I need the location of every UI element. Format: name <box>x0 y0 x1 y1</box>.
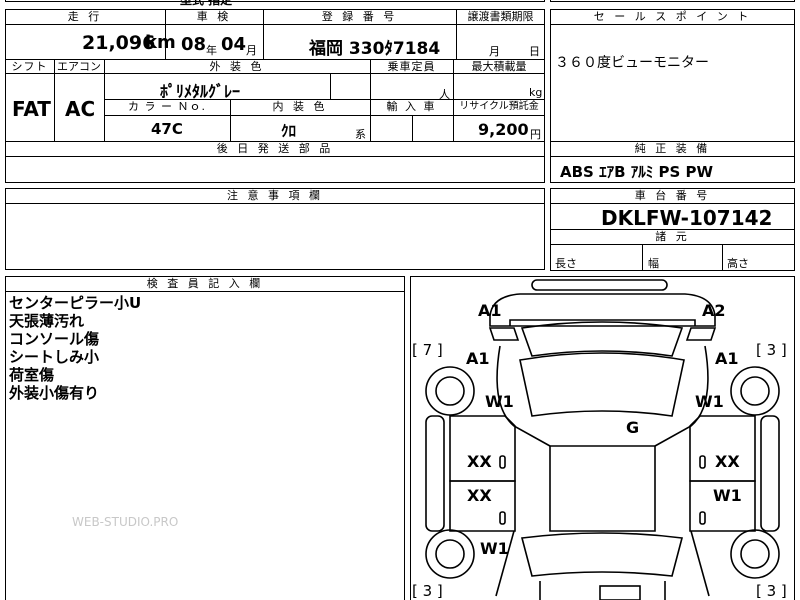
capacity-header: 乗車定員 <box>387 60 436 73</box>
aircon-header: エアコン <box>57 60 101 73</box>
later-parts-header: 後 日 発 送 部 品 <box>216 142 334 155</box>
mark-xx-right-upper: XX <box>715 452 740 471</box>
recycle-fee-unit: 円 <box>530 128 541 141</box>
genuine-equipment-header: 純 正 装 備 <box>634 142 711 155</box>
notes-header: 注 意 事 項 欄 <box>227 189 323 202</box>
chassis-number: DKLFW-107142 <box>601 206 773 230</box>
tire-rear-right: [ 3 ] <box>756 582 787 600</box>
inspection-header: 車 検 <box>196 10 232 23</box>
mark-g: G <box>626 418 639 437</box>
mark-w1-left-upper: W1 <box>485 392 514 411</box>
tire-front-left: [ 7 ] <box>412 341 443 359</box>
color-no-header: カ ラ ー Ｎｏ. <box>128 100 206 113</box>
exterior-color-header: 外 装 色 <box>209 60 265 73</box>
shift-header: シフト <box>11 60 48 73</box>
exterior-color-value: ﾎﾟﾘﾒﾀﾙｸﾞﾚｰ <box>160 82 241 101</box>
recycle-fee-value: 9,200 <box>478 120 529 139</box>
inspection-month: 04 <box>221 34 247 55</box>
watermark: WEB-STUDIO.PRO <box>72 515 179 529</box>
registration-header: 登 録 番 号 <box>321 10 398 23</box>
transfer-day-unit: 日 <box>529 45 540 58</box>
mark-xx-left-lower: XX <box>467 486 492 505</box>
height-label: 高さ <box>727 257 749 270</box>
mark-w1-right-lower: W1 <box>713 486 742 505</box>
inspection-month-unit: 月 <box>246 44 257 57</box>
remark-line: センターピラー小U <box>9 294 142 312</box>
transfer-month-unit: 月 <box>489 45 500 58</box>
chassis-header: 車 台 番 号 <box>634 189 711 202</box>
mileage-unit: km <box>145 32 176 53</box>
dimensions-header: 諸 元 <box>655 230 690 243</box>
top-cut-strip-right <box>550 0 795 2</box>
genuine-equipment-text: ABS ｴｱB ｱﾙﾐ PS PW <box>560 163 714 181</box>
car-diagram: A1 A2 A1 A1 W1 W1 G XX XX XX W1 W1 [ 7 ]… <box>412 279 787 600</box>
length-label: 長さ <box>555 257 577 270</box>
max-load-header: 最大積載量 <box>471 60 527 73</box>
width-label: 幅 <box>648 257 659 270</box>
inspection-year: 08 <box>181 34 207 55</box>
transfer-deadline-header: 譲渡書類期限 <box>467 10 534 23</box>
remark-line: シートしみ小 <box>9 348 100 366</box>
inspector-header: 検 査 員 記 入 欄 <box>146 277 264 290</box>
max-load-unit: kg <box>529 86 543 99</box>
mark-a1-right: A1 <box>715 349 739 368</box>
top-cut-strip <box>5 0 545 2</box>
mileage-header: 走 行 <box>67 10 103 23</box>
remark-line: 天張薄汚れ <box>9 312 85 330</box>
inspector-remarks: センターピラー小U 天張薄汚れ コンソール傷 シートしみ小 荷室傷 外装小傷有り <box>9 294 141 402</box>
mark-a1-top: A1 <box>478 301 502 320</box>
import-header: 輸 入 車 <box>386 100 437 113</box>
shift-value: FAT <box>12 97 51 121</box>
tire-rear-left: [ 3 ] <box>412 582 443 600</box>
interior-suffix: 系 <box>355 128 366 141</box>
sales-point-text: ３６０度ビューモニター <box>555 55 709 71</box>
remark-line: コンソール傷 <box>9 330 100 348</box>
mark-a2-top: A2 <box>702 301 726 320</box>
recycle-header: リサイクル預託金 <box>459 101 539 112</box>
inspection-year-unit: 年 <box>206 44 217 57</box>
mark-a1-left: A1 <box>466 349 490 368</box>
mark-w1-left-rear: W1 <box>480 539 509 558</box>
tire-front-right: [ 3 ] <box>756 341 787 359</box>
aircon-value: AC <box>65 97 96 121</box>
interior-color-header: 内 装 色 <box>272 100 328 113</box>
mark-xx-left-upper: XX <box>467 452 492 471</box>
remark-line: 外装小傷有り <box>9 384 100 402</box>
registration-number: 福岡 330ﾀ7184 <box>309 39 441 59</box>
mark-w1-right-upper: W1 <box>695 392 724 411</box>
interior-color-value: ｸﾛ <box>281 122 297 140</box>
remark-line: 荷室傷 <box>9 366 55 384</box>
top-cut-text: 型式 指定 <box>180 0 233 7</box>
sales-point-box <box>550 9 795 142</box>
sales-point-header: セ ー ル ス ポ イ ン ト <box>593 10 752 23</box>
color-no-value: 47C <box>151 120 183 138</box>
